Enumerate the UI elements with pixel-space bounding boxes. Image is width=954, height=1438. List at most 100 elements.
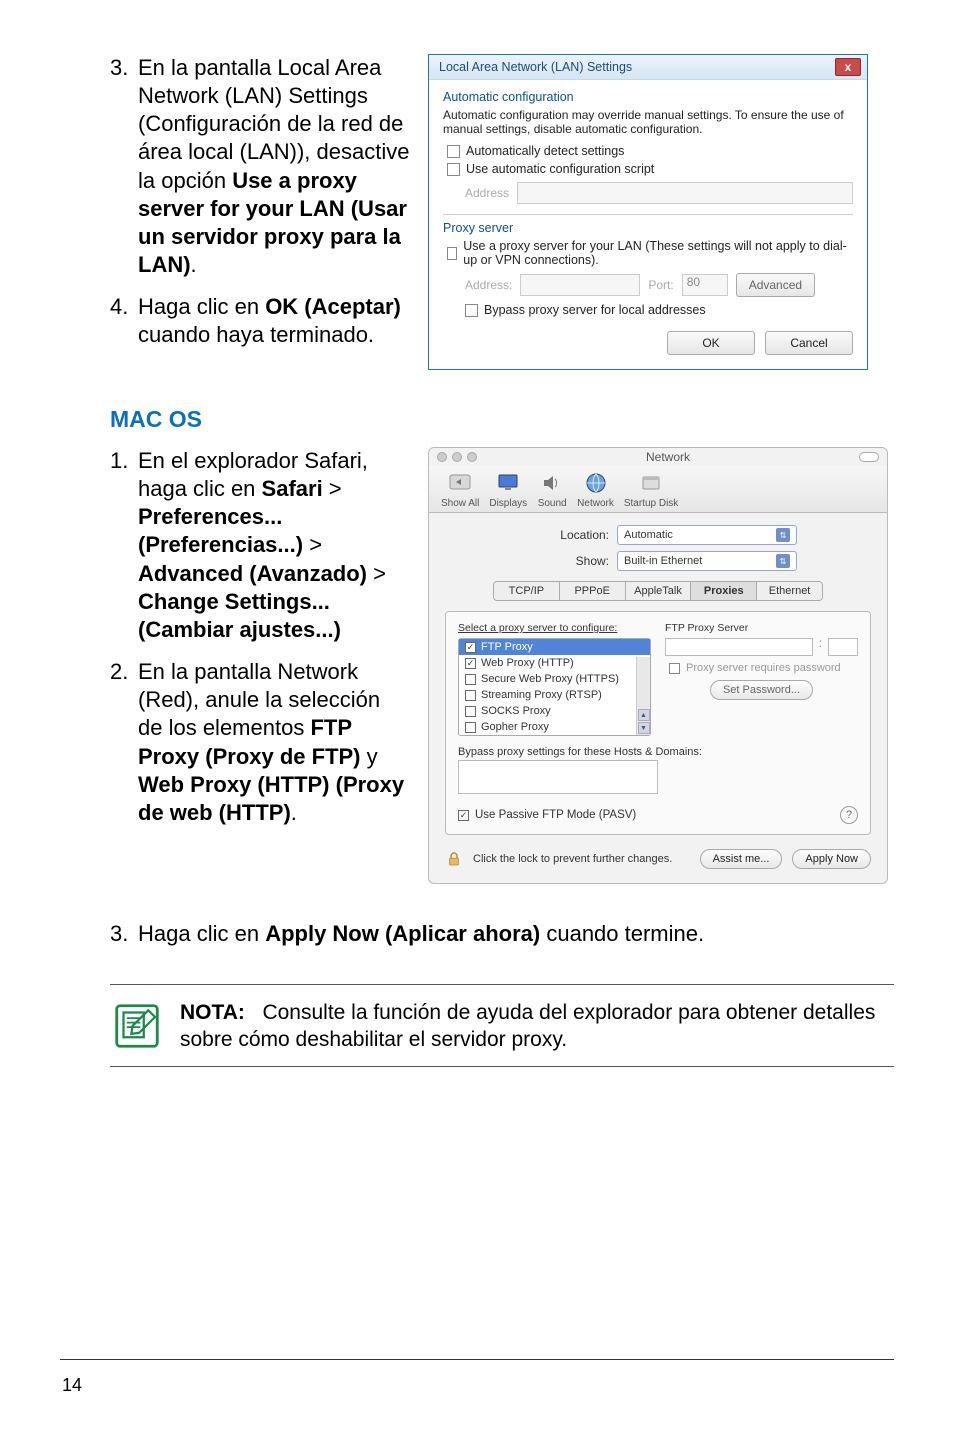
proxy-address-input[interactable] bbox=[520, 274, 640, 296]
require-password-label: Proxy server requires password bbox=[686, 662, 841, 674]
t: . bbox=[291, 800, 297, 825]
lbl: Streaming Proxy (RTSP) bbox=[481, 689, 602, 701]
proxy-address-label: Address: bbox=[465, 278, 512, 292]
select-proxy-label: Select a proxy server to configure: bbox=[458, 622, 651, 634]
list-text: En el explorador Safari, haga clic en Sa… bbox=[138, 447, 410, 644]
lock-icon[interactable] bbox=[445, 850, 463, 868]
lbl: Sound bbox=[538, 498, 567, 509]
proxy-list[interactable]: FTP Proxy Web Proxy (HTTP) Secure Web Pr… bbox=[458, 638, 651, 736]
chevron-updown-icon: ⇅ bbox=[776, 554, 790, 568]
auto-detect-checkbox[interactable] bbox=[447, 145, 460, 158]
lbl: Network bbox=[577, 498, 614, 509]
auto-config-desc: Automatic configuration may override man… bbox=[443, 108, 853, 136]
assist-me-button[interactable]: Assist me... bbox=[700, 849, 783, 869]
checkbox-icon[interactable] bbox=[465, 674, 476, 685]
note-icon bbox=[110, 999, 164, 1053]
proxy-item-rtsp[interactable]: Streaming Proxy (RTSP) bbox=[459, 687, 650, 703]
page-number: 14 bbox=[62, 1375, 82, 1396]
bypass-hosts-label: Bypass proxy settings for these Hosts & … bbox=[458, 746, 858, 758]
tab-proxies[interactable]: Proxies bbox=[691, 582, 757, 600]
t: cuando termine. bbox=[540, 921, 704, 946]
lbl: SOCKS Proxy bbox=[481, 705, 551, 717]
auto-script-label: Use automatic configuration script bbox=[466, 162, 654, 176]
location-select[interactable]: Automatic⇅ bbox=[617, 525, 797, 545]
proxy-item-ftp[interactable]: FTP Proxy bbox=[459, 639, 650, 655]
location-label: Location: bbox=[519, 528, 609, 542]
lbl: Secure Web Proxy (HTTPS) bbox=[481, 673, 619, 685]
toolbar-toggle[interactable] bbox=[859, 452, 879, 462]
t: > bbox=[323, 476, 342, 501]
list-text: Haga clic en OK (Aceptar) cuando haya te… bbox=[138, 293, 410, 349]
address-label: Address bbox=[465, 186, 509, 200]
back-icon bbox=[445, 470, 475, 496]
use-proxy-checkbox[interactable] bbox=[447, 247, 457, 260]
bypass-checkbox[interactable] bbox=[465, 304, 478, 317]
ftp-proxy-port-input[interactable] bbox=[828, 638, 858, 656]
toolbar-sound[interactable]: Sound bbox=[537, 470, 567, 509]
tab-pppoe[interactable]: PPPoE bbox=[560, 582, 626, 600]
scroll-down-icon[interactable]: ▼ bbox=[638, 722, 650, 734]
proxy-item-https[interactable]: Secure Web Proxy (HTTPS) bbox=[459, 671, 650, 687]
ftp-proxy-server-label: FTP Proxy Server bbox=[665, 622, 858, 634]
close-button[interactable]: x bbox=[835, 58, 861, 76]
bypass-hosts-input[interactable] bbox=[458, 760, 658, 794]
pasv-checkbox[interactable] bbox=[458, 810, 469, 821]
toolbar-show-all[interactable]: Show All bbox=[441, 470, 479, 509]
pasv-label: Use Passive FTP Mode (PASV) bbox=[475, 809, 636, 821]
help-icon[interactable]: ? bbox=[840, 806, 858, 824]
t: y bbox=[361, 744, 378, 769]
mac-network-dialog: Network Show All Displays Sound bbox=[428, 447, 888, 884]
toolbar-network[interactable]: Network bbox=[577, 470, 614, 509]
show-select[interactable]: Built-in Ethernet ⇅ bbox=[617, 551, 797, 571]
t: Haga clic en bbox=[138, 294, 265, 319]
macos-heading: MAC OS bbox=[110, 406, 894, 433]
t-bold: OK (Aceptar) bbox=[265, 294, 401, 319]
list-num: 2. bbox=[110, 658, 138, 827]
scroll-up-icon[interactable]: ▲ bbox=[638, 709, 650, 721]
checkbox-icon[interactable] bbox=[465, 706, 476, 717]
auto-script-checkbox[interactable] bbox=[447, 163, 460, 176]
toolbar-startup-disk[interactable]: Startup Disk bbox=[624, 470, 678, 509]
toolbar-displays[interactable]: Displays bbox=[489, 470, 527, 509]
t: . bbox=[191, 252, 197, 277]
sound-icon bbox=[537, 470, 567, 496]
lan-title: Local Area Network (LAN) Settings bbox=[439, 60, 632, 74]
traffic-lights[interactable] bbox=[437, 452, 477, 462]
ftp-proxy-host-input[interactable] bbox=[665, 638, 813, 656]
checkbox-icon[interactable] bbox=[465, 722, 476, 733]
proxy-item-http[interactable]: Web Proxy (HTTP) bbox=[459, 655, 650, 671]
require-password-checkbox[interactable] bbox=[669, 663, 680, 674]
network-icon bbox=[581, 470, 611, 496]
step-3: 3. Haga clic en Apply Now (Aplicar ahora… bbox=[110, 920, 894, 948]
tab-appletalk[interactable]: AppleTalk bbox=[626, 582, 692, 600]
port-input[interactable]: 80 bbox=[682, 274, 728, 296]
ok-button[interactable]: OK bbox=[667, 331, 755, 355]
checkbox-icon[interactable] bbox=[465, 658, 476, 669]
apply-now-button[interactable]: Apply Now bbox=[792, 849, 871, 869]
t: > bbox=[367, 561, 386, 586]
proxy-item-socks[interactable]: SOCKS Proxy bbox=[459, 703, 650, 719]
cancel-button[interactable]: Cancel bbox=[765, 331, 853, 355]
list-num: 1. bbox=[110, 447, 138, 644]
footer-divider bbox=[60, 1359, 894, 1360]
address-input[interactable] bbox=[517, 182, 853, 204]
display-icon bbox=[493, 470, 523, 496]
set-password-button[interactable]: Set Password... bbox=[710, 680, 813, 700]
list-num: 3. bbox=[110, 54, 138, 279]
t-bold: Web Proxy (HTTP) (Proxy de web (HTTP) bbox=[138, 772, 404, 825]
advanced-button[interactable]: Advanced bbox=[736, 273, 815, 297]
tab-ethernet[interactable]: Ethernet bbox=[757, 582, 822, 600]
checkbox-icon[interactable] bbox=[465, 642, 476, 653]
note-label: NOTA: bbox=[180, 1001, 245, 1024]
checkbox-icon[interactable] bbox=[465, 690, 476, 701]
t-bold: Change Settings... (Cambiar ajustes...) bbox=[138, 589, 341, 642]
proxy-item-gopher[interactable]: Gopher Proxy bbox=[459, 719, 650, 735]
t-bold: Advanced (Avanzado) bbox=[138, 561, 367, 586]
t-bold: Apply Now (Aplicar ahora) bbox=[265, 921, 540, 946]
bypass-label: Bypass proxy server for local addresses bbox=[484, 303, 706, 317]
auto-config-legend: Automatic configuration bbox=[443, 90, 853, 104]
scrollbar[interactable]: ▲▼ bbox=[636, 657, 650, 735]
val: Built-in Ethernet bbox=[624, 555, 702, 567]
tab-tcpip[interactable]: TCP/IP bbox=[494, 582, 560, 600]
lbl: FTP Proxy bbox=[481, 641, 533, 653]
